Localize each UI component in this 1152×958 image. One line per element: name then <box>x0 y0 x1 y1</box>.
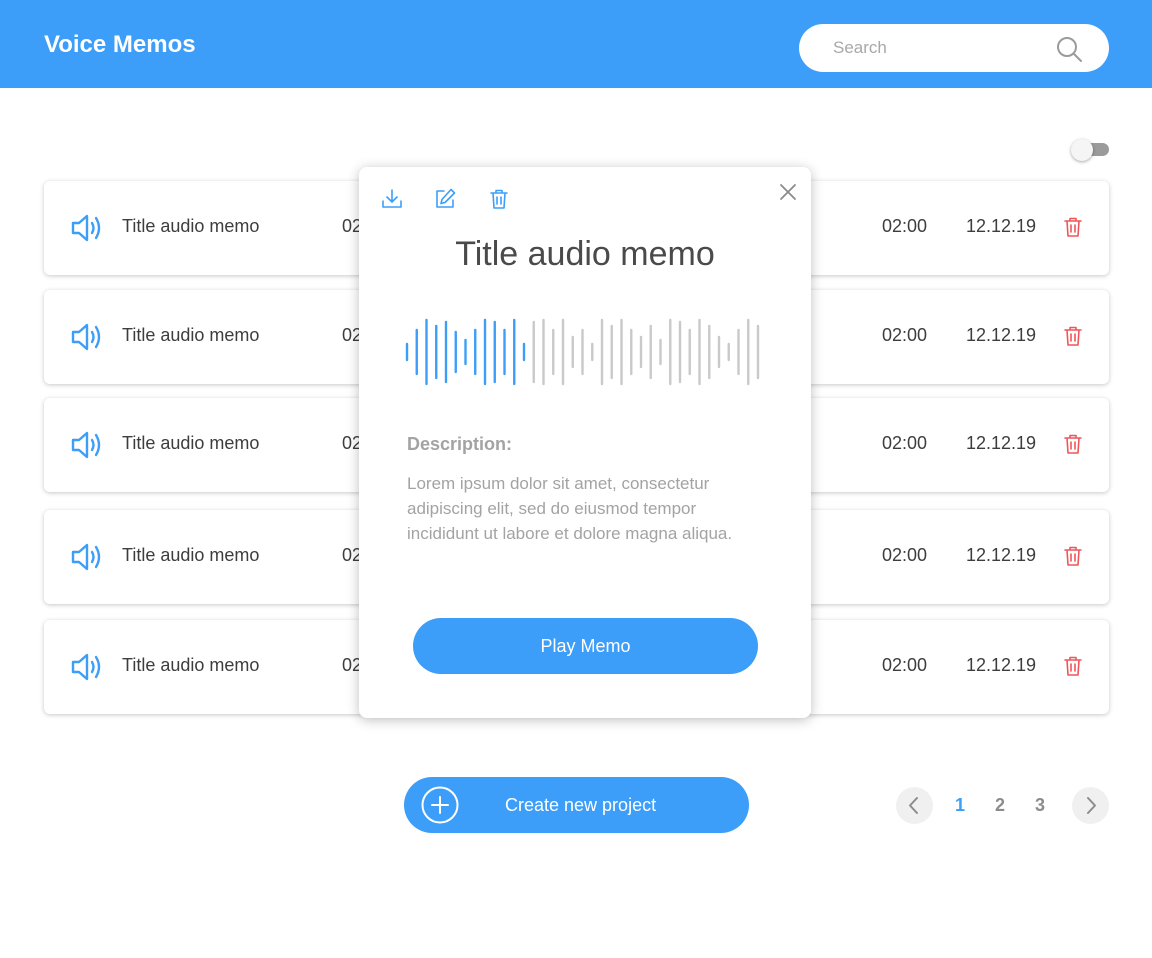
memo-title: Title audio memo <box>122 325 260 345</box>
memo-detail-popup: Title audio memo Description: Lorem ipsu… <box>359 167 811 718</box>
delete-icon[interactable] <box>1063 655 1083 677</box>
memo-date: 12.12.19 <box>966 545 1037 565</box>
memo-title: Title audio memo <box>122 655 260 675</box>
memo-date: 12.12.19 <box>966 655 1037 675</box>
memo-title: Title audio memo <box>122 216 260 236</box>
speaker-icon[interactable] <box>70 541 104 573</box>
popup-title: Title audio memo <box>455 235 715 273</box>
memo-date: 12.12.19 <box>966 325 1037 345</box>
speaker-icon[interactable] <box>70 212 104 244</box>
next-page-button[interactable] <box>1072 787 1109 824</box>
page-2[interactable]: 2 <box>995 795 1005 816</box>
delete-icon[interactable] <box>1063 545 1083 567</box>
memo-duration: 02:00 <box>882 433 928 453</box>
memo-duration: 02:00 <box>882 655 928 675</box>
create-project-button[interactable]: Create new project <box>404 777 749 833</box>
memo-title: Title audio memo <box>122 545 260 565</box>
close-icon[interactable] <box>777 181 799 203</box>
description-label: Description: <box>407 434 513 454</box>
create-project-label: Create new project <box>505 795 657 815</box>
memo-title: Title audio memo <box>122 433 260 453</box>
memo-duration: 02:00 <box>882 545 928 565</box>
memo-date: 12.12.19 <box>966 216 1037 236</box>
speaker-icon[interactable] <box>70 651 104 683</box>
speaker-icon[interactable] <box>70 321 104 353</box>
download-icon[interactable] <box>380 187 404 211</box>
app-title: Voice Memos <box>44 31 196 58</box>
description-text: Lorem ipsum dolor sit amet, consectetur … <box>407 474 733 543</box>
search-icon[interactable] <box>1055 35 1083 63</box>
memo-date: 12.12.19 <box>966 433 1037 453</box>
prev-page-button[interactable] <box>896 787 933 824</box>
delete-icon[interactable] <box>1063 433 1083 455</box>
edit-icon[interactable] <box>433 187 457 211</box>
header-bar: Voice Memos <box>0 0 1152 88</box>
view-toggle[interactable] <box>1071 139 1111 161</box>
trash-icon[interactable] <box>487 187 511 211</box>
memo-duration: 02:00 <box>882 325 928 345</box>
play-memo-button[interactable]: Play Memo <box>413 618 758 674</box>
page-3[interactable]: 3 <box>1035 795 1045 816</box>
waveform[interactable] <box>405 317 761 387</box>
search-input[interactable] <box>833 36 1043 60</box>
search-box[interactable] <box>799 24 1109 72</box>
memo-duration: 02:00 <box>882 216 928 236</box>
toggle-knob <box>1071 139 1093 161</box>
delete-icon[interactable] <box>1063 216 1083 238</box>
plus-icon <box>421 786 459 824</box>
chevron-left-icon <box>909 797 918 814</box>
page-1[interactable]: 1 <box>955 795 965 816</box>
voice-memos-app: Voice Memos Title audio memo0202:0012.12… <box>0 0 1152 958</box>
delete-icon[interactable] <box>1063 325 1083 347</box>
speaker-icon[interactable] <box>70 429 104 461</box>
chevron-right-icon <box>1087 797 1096 814</box>
